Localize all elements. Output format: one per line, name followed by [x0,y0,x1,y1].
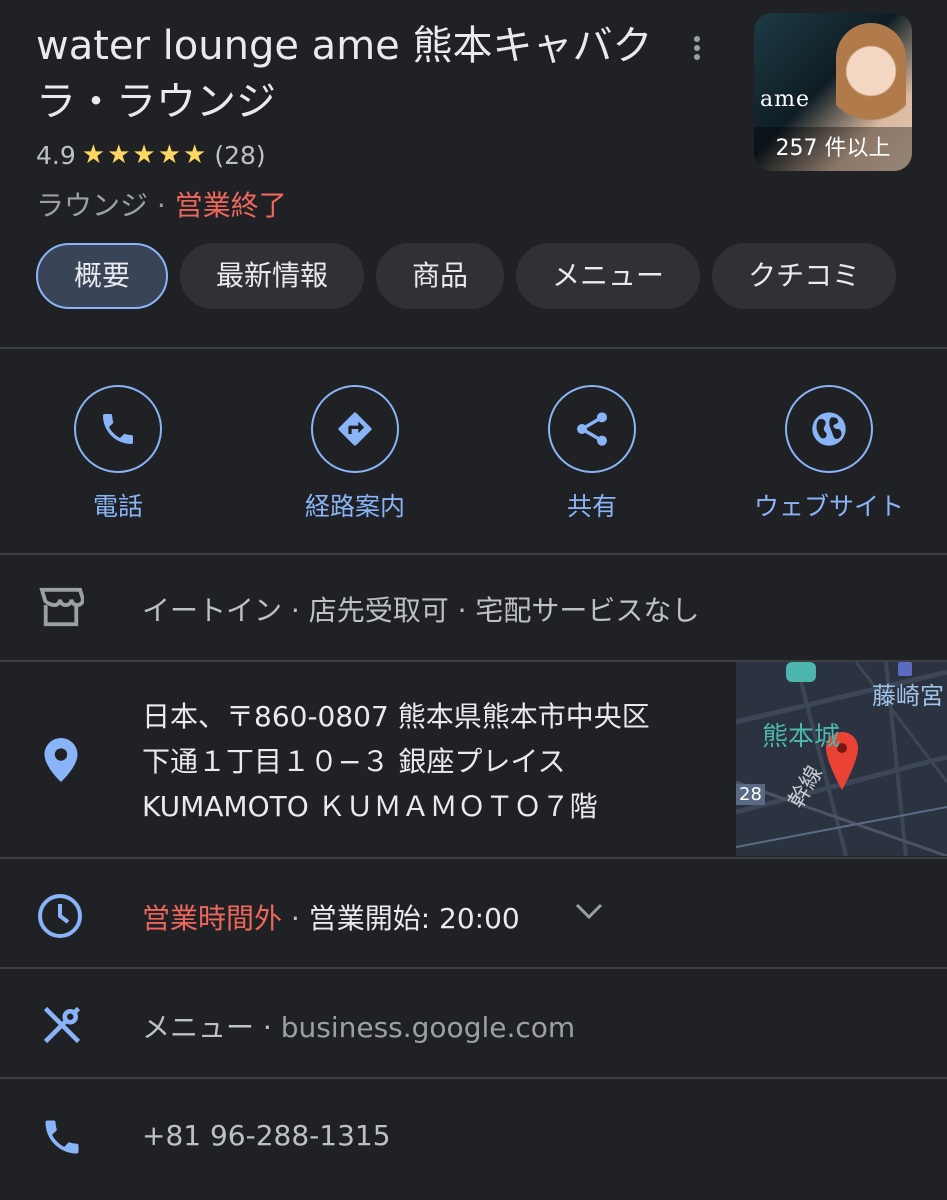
share-button[interactable]: 共有 [492,385,692,523]
clock-icon [36,892,84,944]
location-pin-icon [44,738,78,786]
address-line: KUMAMOTO ＫＵＭＡＭＯＴＯ７階 [142,790,598,823]
phone-number: +81 96-288-1315 [142,1119,391,1152]
hours-status: 営業時間外 [142,902,283,935]
thumbnail-logo: ame [760,87,810,112]
category-label: ラウンジ [36,189,149,222]
services-text: イートイン · 店先受取可 · 宅配サービスなし [142,594,700,627]
rating-value: 4.9 [36,140,76,170]
photo-count: 257 件以上 [754,127,912,171]
directions-button[interactable]: 経路案内 [255,385,455,523]
share-icon [548,385,636,473]
address-text[interactable]: 日本、〒860-0807 熊本県熊本市中央区 下通１丁目１０−３ 銀座プレイス … [142,694,650,829]
action-buttons: 電話 経路案内 共有 ウェブサイト [0,385,947,525]
phone-icon [40,1115,84,1163]
services-row: イートイン · 店先受取可 · 宅配サービスなし [0,556,947,660]
thumbnail-photo [836,23,906,143]
map-route-label: 28 [736,784,765,805]
store-icon [38,586,85,632]
opening-time: 営業開始: 20:00 [308,902,520,935]
chevron-down-icon[interactable] [573,899,605,927]
directions-label: 経路案内 [304,492,405,521]
star-icons: ★★★★★ [81,140,209,170]
website-label: ウェブサイト [753,492,904,521]
map-thumbnail[interactable]: 藤崎宮 熊本城 幹線 28 [736,662,947,856]
map-label: 藤崎宮 [872,682,944,710]
hours-row[interactable]: 営業時間外 · 営業開始: 20:00 [0,859,947,967]
menu-label: メニュー [142,1011,255,1044]
tab-overview[interactable]: 概要 [36,243,169,309]
photo-thumbnail[interactable]: ame 257 件以上 [754,13,912,171]
more-options-icon[interactable] [680,36,714,70]
divider [0,347,947,349]
tab-products[interactable]: 商品 [376,243,505,309]
tab-bar: 概要 最新情報 商品 メニュー クチコミ [36,243,897,309]
call-button[interactable]: 電話 [18,385,218,523]
call-label: 電話 [92,492,143,521]
globe-icon [785,385,873,473]
phone-row[interactable]: +81 96-288-1315 [0,1079,947,1200]
phone-icon [74,385,162,473]
separator: · [254,1011,281,1044]
menu-link-row[interactable]: メニュー · business.google.com [0,969,947,1077]
status-closed: 営業終了 [174,189,287,222]
category-row: ラウンジ · 営業終了 [36,184,287,224]
website-button[interactable]: ウェブサイト [729,385,929,523]
tab-updates[interactable]: 最新情報 [180,243,365,309]
divider [0,553,947,555]
map-label: 熊本城 [762,722,841,752]
address-line: 下通１丁目１０−３ 銀座プレイス [142,745,566,778]
separator: · [282,902,309,935]
place-title: water lounge ame 熊本キャバクラ・ラウンジ [36,23,653,125]
menu-url: business.google.com [280,1011,576,1044]
review-count: (28) [214,140,266,170]
directions-icon [311,385,399,473]
share-label: 共有 [566,492,617,521]
hours-text: 営業時間外 · 営業開始: 20:00 [142,897,520,937]
rating-row[interactable]: 4.9 ★★★★★ (28) [36,140,266,170]
tab-menu[interactable]: メニュー [516,243,701,309]
menu-link-text[interactable]: メニュー · business.google.com [142,1006,575,1046]
separator: · [148,189,175,222]
restaurant-icon [40,1003,84,1051]
tab-reviews[interactable]: クチコミ [712,243,897,309]
address-line: 日本、〒860-0807 熊本県熊本市中央区 [142,700,650,733]
